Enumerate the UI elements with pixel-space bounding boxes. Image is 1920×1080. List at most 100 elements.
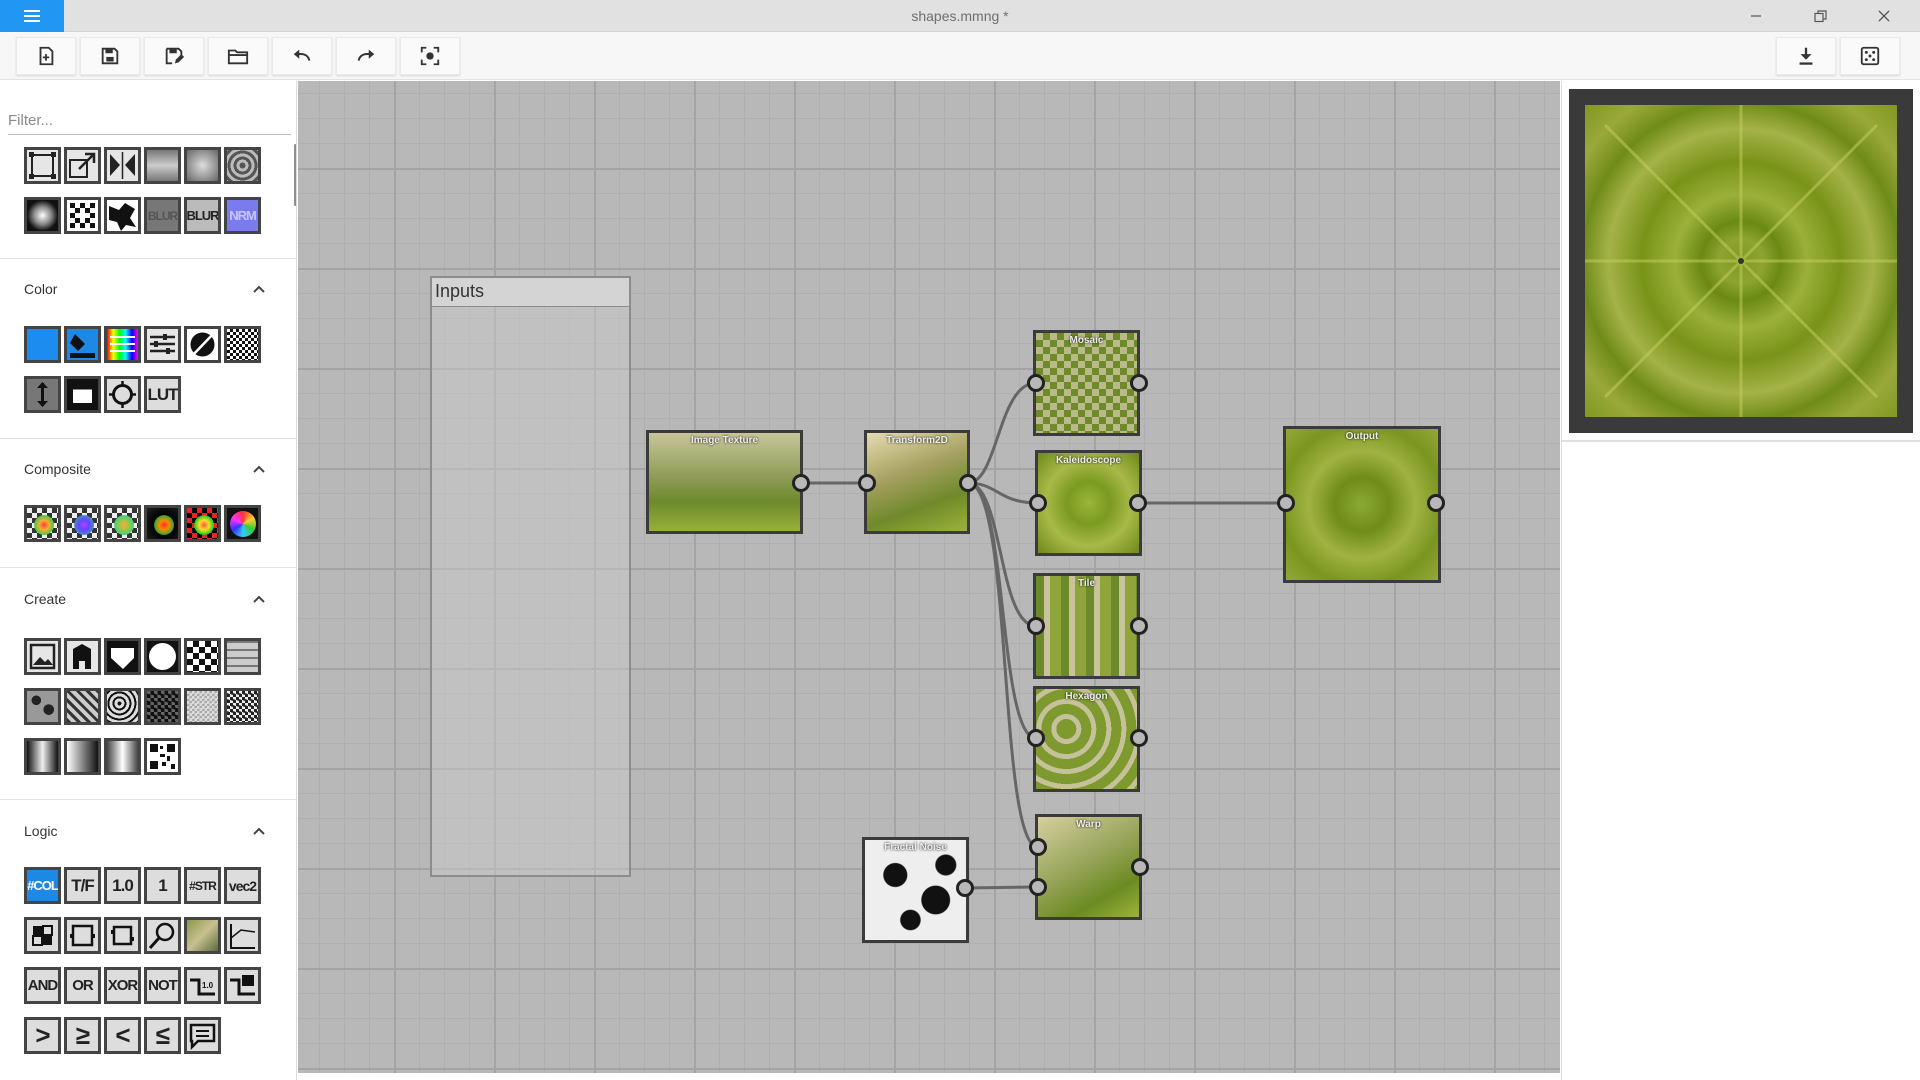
port-fractal-noise-out[interactable] [956,879,974,897]
if-image-icon[interactable] [224,967,261,1004]
node-output[interactable]: Output [1283,426,1441,583]
polygon-icon[interactable] [104,638,141,675]
chevron-up-icon[interactable] [250,590,268,608]
noise-icon[interactable] [24,688,61,725]
warp-node-icon[interactable] [104,197,141,234]
port-mosaic-out[interactable] [1130,374,1148,392]
levels-icon[interactable] [144,326,181,363]
port-hexagon-in[interactable] [1027,729,1045,747]
xor-icon[interactable]: XOR [104,967,141,1004]
port-kaleidoscope-in[interactable] [1029,494,1047,512]
string-param-icon[interactable]: #STR [184,867,221,904]
port-output-out[interactable] [1427,494,1445,512]
transform-icon[interactable] [24,147,61,184]
cells-icon[interactable] [64,688,101,725]
hexagon-node-icon[interactable] [184,147,221,184]
blend-difference-icon[interactable] [144,505,181,542]
brightness-contrast-icon[interactable] [24,376,61,413]
chevron-up-icon[interactable] [250,460,268,478]
port-tile-in[interactable] [1027,617,1045,635]
port-warp-out[interactable] [1131,858,1149,876]
bool-param-icon[interactable]: T/F [64,867,101,904]
color-balance-icon[interactable] [104,326,141,363]
circle-icon[interactable] [144,638,181,675]
tile-node-icon[interactable] [144,147,181,184]
lut-icon[interactable]: LUT [144,376,181,413]
crop-icon[interactable] [104,917,141,954]
kaleidoscope-node-icon[interactable] [224,147,261,184]
float-param-icon[interactable]: 1.0 [104,867,141,904]
or-icon[interactable]: OR [64,967,101,1004]
color-param-icon[interactable]: #COL [24,867,61,904]
text-icon[interactable] [64,638,101,675]
greater-icon[interactable]: > [24,1017,61,1054]
randomize-button[interactable] [1840,37,1900,75]
chevron-up-icon[interactable] [250,280,268,298]
perlin-icon[interactable] [184,688,221,725]
preview-icon[interactable] [184,917,221,954]
less-equal-icon[interactable]: ≤ [144,1017,181,1054]
brick-icon[interactable] [224,638,261,675]
vignette-icon[interactable] [24,197,61,234]
mosaic-node-icon[interactable] [64,197,101,234]
scale-icon[interactable] [64,147,101,184]
node-warp[interactable]: Warp [1035,814,1142,920]
save-button[interactable] [80,37,140,75]
node-image-texture[interactable]: Image Texture [646,430,803,534]
checker-icon[interactable] [184,638,221,675]
dither-icon[interactable] [224,326,261,363]
undo-button[interactable] [272,37,332,75]
blend-multiply-icon[interactable] [64,505,101,542]
node-transform2d[interactable]: Transform2D [864,430,970,534]
blend-screen-icon[interactable] [104,505,141,542]
fit-view-button[interactable] [400,37,460,75]
worley-icon[interactable] [224,688,261,725]
qr-icon[interactable] [144,738,181,775]
threshold-icon[interactable] [64,376,101,413]
graph-icon[interactable] [224,917,261,954]
color-wheel-icon[interactable] [224,505,261,542]
and-icon[interactable]: AND [24,967,61,1004]
node-kaleidoscope[interactable]: Kaleidoscope [1035,450,1142,556]
port-tile-out[interactable] [1130,617,1148,635]
restore-button[interactable] [1788,0,1852,32]
normal-map-icon[interactable]: NRM [224,197,261,234]
if-value-icon[interactable]: 1.0 [184,967,221,1004]
sidebar-scrollbar[interactable] [294,144,296,206]
node-fractal-noise[interactable]: Fractal Noise [862,837,969,943]
graph-canvas[interactable]: Inputs Image Texture Transform2D Mosaic … [298,81,1560,1073]
port-hexagon-out[interactable] [1130,729,1148,747]
blend-overlay-icon[interactable] [184,505,221,542]
voronoi-icon[interactable] [104,688,141,725]
chevron-up-icon[interactable] [250,822,268,840]
search-icon[interactable] [144,917,181,954]
blur-icon[interactable]: BLUR [144,197,181,234]
minimize-button[interactable] [1724,0,1788,32]
gradient-linear-icon[interactable] [24,738,61,775]
close-button[interactable] [1852,0,1916,32]
port-transform-out[interactable] [959,474,977,492]
filter-input[interactable] [8,107,291,135]
blend-normal-icon[interactable] [24,505,61,542]
redo-button[interactable] [336,37,396,75]
new-file-button[interactable] [16,37,76,75]
port-warp-displace-in[interactable] [1029,878,1047,896]
mirror-icon[interactable] [104,147,141,184]
switch-icon[interactable] [24,917,61,954]
open-folder-button[interactable] [208,37,268,75]
port-warp-in[interactable] [1029,838,1047,856]
image-icon[interactable] [24,638,61,675]
gradient-radial-icon[interactable] [64,738,101,775]
gradient-mirror-icon[interactable] [104,738,141,775]
port-output-in[interactable] [1277,494,1295,512]
node-tile[interactable]: Tile [1033,573,1140,679]
not-icon[interactable]: NOT [144,967,181,1004]
int-param-icon[interactable]: 1 [144,867,181,904]
download-button[interactable] [1776,37,1836,75]
sharpen-icon[interactable]: BLUR [184,197,221,234]
comment-icon[interactable] [184,1017,221,1054]
node-hexagon[interactable]: Hexagon [1033,686,1140,792]
port-image-texture-out[interactable] [792,474,810,492]
vec2-param-icon[interactable]: vec2 [224,867,261,904]
node-mosaic[interactable]: Mosaic [1033,330,1140,436]
